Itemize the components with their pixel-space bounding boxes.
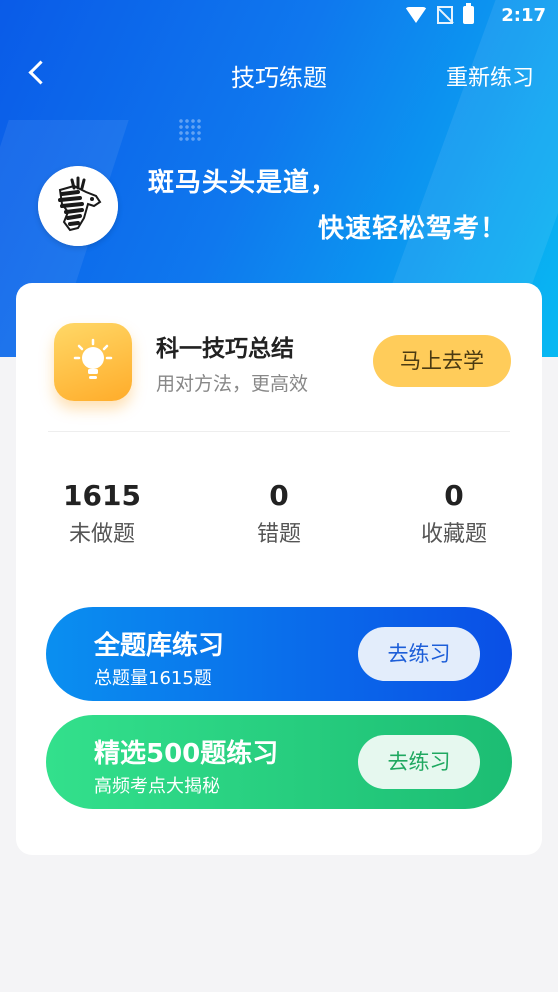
nav-bar: 技巧练题 重新练习 [0, 48, 558, 108]
practice-title: 全题库练习 [94, 631, 225, 661]
tips-title: 科一技巧总结 [156, 336, 294, 362]
go-practice-button[interactable]: 去练习 [358, 735, 480, 789]
stat-wrong[interactable]: 0 错题 [209, 479, 349, 548]
slogan-line1: 斑马头头是道， [148, 168, 338, 198]
zebra-logo-icon [38, 166, 118, 246]
divider [48, 431, 510, 432]
practice-card: 科一技巧总结 用对方法，更高效 马上去学 1615 未做题 0 错题 0 收藏题… [16, 283, 542, 855]
stat-favorites[interactable]: 0 收藏题 [384, 479, 524, 548]
full-bank-practice[interactable]: 全题库练习 总题量1615题 去练习 [46, 607, 512, 701]
lightbulb-icon [54, 323, 132, 401]
go-practice-button[interactable]: 去练习 [358, 627, 480, 681]
status-bar: 2:17 [0, 0, 558, 32]
no-sim-icon [437, 6, 453, 24]
stat-value: 0 [444, 479, 464, 512]
practice-title: 精选500题练习 [94, 739, 279, 769]
dots-decoration [178, 118, 202, 142]
status-time: 2:17 [501, 5, 546, 26]
stat-label: 收藏题 [420, 522, 487, 547]
stat-label: 错题 [256, 522, 301, 547]
stat-label: 未做题 [68, 522, 135, 547]
slogan-line2: 快速轻松驾考！ [318, 214, 508, 244]
selected-500-practice[interactable]: 精选500题练习 高频考点大揭秘 去练习 [46, 715, 512, 809]
battery-icon [463, 3, 474, 24]
stat-value: 0 [269, 479, 289, 512]
reset-practice-button[interactable]: 重新练习 [446, 60, 534, 92]
stat-value: 1615 [63, 479, 141, 512]
practice-subtitle: 总题量1615题 [94, 668, 212, 689]
wifi-icon [405, 7, 427, 23]
stat-undone[interactable]: 1615 未做题 [32, 479, 172, 548]
learn-now-button[interactable]: 马上去学 [373, 335, 511, 387]
practice-subtitle: 高频考点大揭秘 [94, 776, 220, 797]
tips-subtitle: 用对方法，更高效 [156, 373, 309, 395]
